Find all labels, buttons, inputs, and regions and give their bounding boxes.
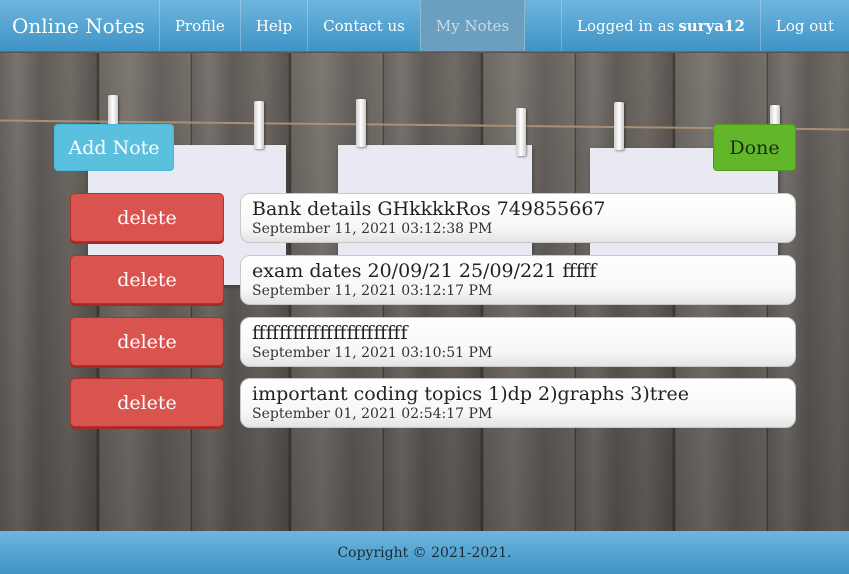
nav-contact-us[interactable]: Contact us bbox=[307, 0, 420, 51]
note-card[interactable]: important coding topics 1)dp 2)graphs 3)… bbox=[240, 378, 796, 428]
logout-link[interactable]: Log out bbox=[759, 0, 849, 51]
clothespin bbox=[516, 108, 526, 156]
logged-in-prefix: Logged in as bbox=[577, 16, 675, 35]
brand-title[interactable]: Online Notes bbox=[0, 0, 159, 51]
note-row: delete important coding topics 1)dp 2)gr… bbox=[0, 378, 849, 428]
note-card[interactable]: Bank details GHkkkkRos 749855667 Septemb… bbox=[240, 193, 796, 243]
done-button[interactable]: Done bbox=[713, 124, 796, 171]
delete-button[interactable]: delete bbox=[70, 255, 224, 304]
note-row: delete fffffffffffffffffffffff September… bbox=[0, 317, 849, 367]
note-date: September 11, 2021 03:12:17 PM bbox=[252, 283, 493, 299]
note-card[interactable]: fffffffffffffffffffffff September 11, 20… bbox=[240, 317, 796, 367]
clothespin bbox=[254, 101, 264, 149]
note-date: September 11, 2021 03:10:51 PM bbox=[252, 345, 493, 361]
clothespin bbox=[614, 102, 624, 150]
copyright-text: Copyright © 2021-2021. bbox=[337, 544, 512, 561]
note-date: September 01, 2021 02:54:17 PM bbox=[252, 406, 493, 422]
note-row: delete exam dates 20/09/21 25/09/221 fff… bbox=[0, 255, 849, 305]
note-text: exam dates 20/09/21 25/09/221 fffff bbox=[252, 260, 597, 282]
delete-button[interactable]: delete bbox=[70, 193, 224, 242]
top-navbar: Online Notes Profile Help Contact us My … bbox=[0, 0, 849, 52]
nav-profile[interactable]: Profile bbox=[158, 0, 240, 51]
username: surya12 bbox=[678, 16, 745, 35]
note-text: important coding topics 1)dp 2)graphs 3)… bbox=[252, 383, 689, 405]
note-text: Bank details GHkkkkRos 749855667 bbox=[252, 198, 606, 220]
nav-help[interactable]: Help bbox=[239, 0, 307, 51]
delete-button[interactable]: delete bbox=[70, 378, 224, 427]
note-text: fffffffffffffffffffffff bbox=[252, 322, 408, 344]
clothespin bbox=[356, 99, 366, 147]
delete-button[interactable]: delete bbox=[70, 317, 224, 366]
note-card[interactable]: exam dates 20/09/21 25/09/221 fffff Sept… bbox=[240, 255, 796, 305]
logged-in-status[interactable]: Logged in as surya12 bbox=[561, 0, 760, 51]
footer: Copyright © 2021-2021. bbox=[0, 531, 849, 574]
note-row: delete Bank details GHkkkkRos 749855667 … bbox=[0, 193, 849, 243]
note-date: September 11, 2021 03:12:38 PM bbox=[252, 221, 493, 237]
nav-my-notes[interactable]: My Notes bbox=[419, 0, 526, 51]
add-note-button[interactable]: Add Note bbox=[54, 124, 174, 171]
